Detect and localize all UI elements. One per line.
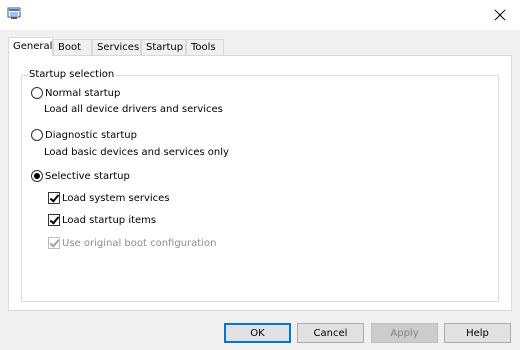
ok-button[interactable]: OK (224, 323, 291, 343)
use-original-boot-config-checkbox: Use original boot configuration (48, 236, 216, 250)
selective-startup-radio[interactable]: Selective startup (31, 169, 130, 183)
startup-selection-group: Startup selection Normal startup Load al… (21, 69, 499, 302)
selective-startup-radio-button[interactable] (31, 170, 43, 182)
apply-button: Apply (371, 323, 438, 343)
general-tab-panel: Startup selection Normal startup Load al… (8, 55, 512, 311)
load-system-services-label: Load system services (62, 192, 170, 204)
load-startup-items-check[interactable] (48, 214, 60, 226)
use-original-boot-config-check (48, 237, 60, 249)
tab-tools[interactable]: Tools (186, 39, 224, 55)
close-button[interactable] (480, 0, 520, 30)
normal-startup-radio-button[interactable] (31, 87, 43, 99)
normal-startup-label: Normal startup (45, 87, 121, 99)
help-button[interactable]: Help (444, 323, 511, 343)
cancel-button[interactable]: Cancel (297, 323, 364, 343)
tab-boot[interactable]: Boot (53, 39, 92, 55)
normal-startup-description: Load all device drivers and services (44, 104, 223, 115)
msconfig-window-icon (7, 7, 21, 19)
load-startup-items-label: Load startup items (62, 214, 157, 226)
close-icon (494, 9, 506, 21)
tab-services[interactable]: Services (92, 39, 141, 55)
diagnostic-startup-label: Diagnostic startup (45, 129, 137, 141)
tab-startup[interactable]: Startup (141, 39, 186, 55)
startup-selection-label: Startup selection (28, 69, 116, 81)
load-system-services-checkbox[interactable]: Load system services (48, 191, 170, 205)
selective-startup-label: Selective startup (45, 170, 130, 182)
tab-general[interactable]: General (8, 37, 53, 56)
normal-startup-radio[interactable]: Normal startup (31, 86, 120, 100)
diagnostic-startup-radio-button[interactable] (31, 129, 43, 141)
diagnostic-startup-radio[interactable]: Diagnostic startup (31, 128, 137, 142)
diagnostic-startup-description: Load basic devices and services only (44, 147, 229, 158)
title-bar (0, 0, 520, 30)
load-startup-items-checkbox[interactable]: Load startup items (48, 213, 156, 227)
use-original-boot-config-label: Use original boot configuration (62, 237, 217, 249)
load-system-services-check[interactable] (48, 192, 60, 204)
